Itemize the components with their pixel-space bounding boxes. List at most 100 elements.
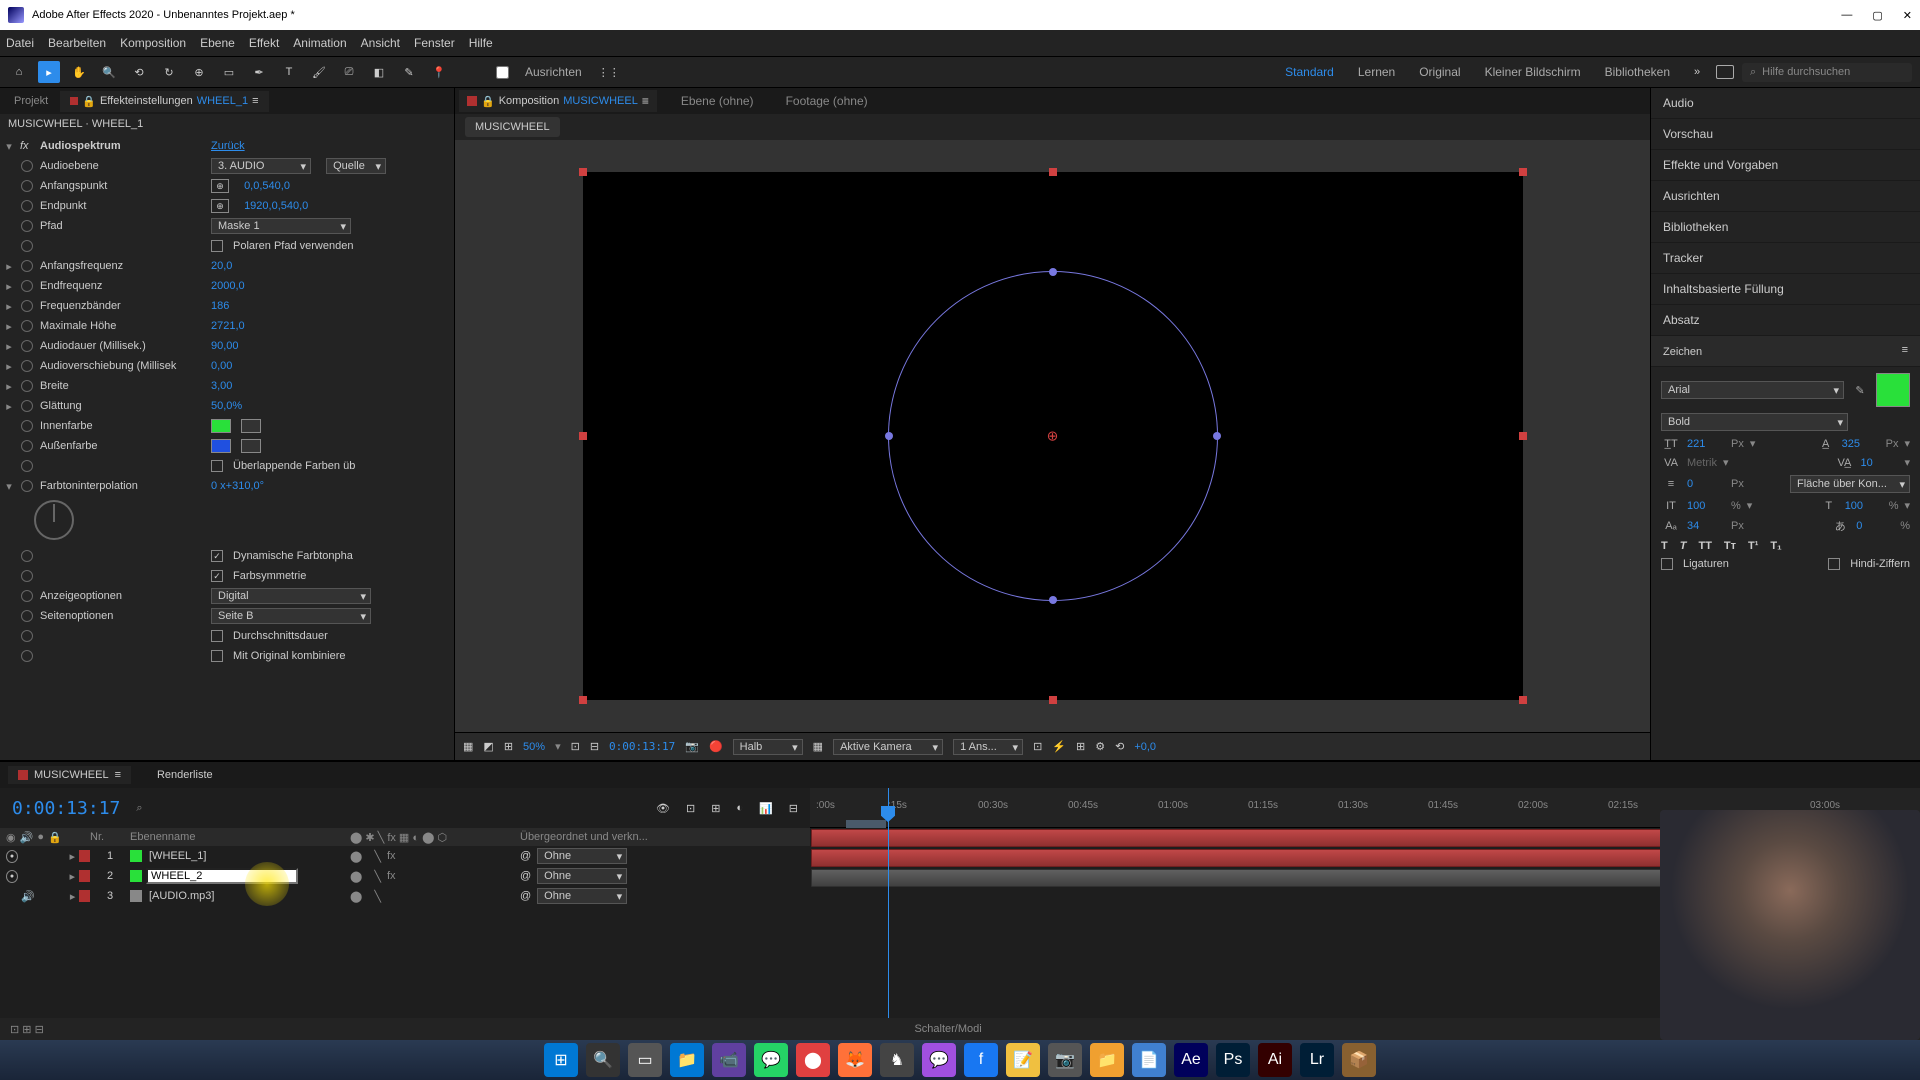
parent-pickwhip-icon[interactable]: @ (520, 890, 531, 902)
pixel-aspect-icon[interactable]: ⊡ (1033, 740, 1042, 753)
zoom-tool[interactable]: 🔍 (98, 61, 120, 83)
menu-ansicht[interactable]: Ansicht (361, 36, 400, 50)
twirl-icon[interactable]: ▾ (4, 140, 14, 153)
menu-bearbeiten[interactable]: Bearbeiten (48, 36, 106, 50)
parent-pickwhip-icon[interactable]: @ (520, 850, 531, 862)
layer-tab[interactable]: Ebene (ohne) (673, 90, 762, 112)
crosshair-icon[interactable]: ⊕ (211, 199, 229, 213)
thickness-value[interactable]: 3,00 (211, 380, 232, 392)
layer-row[interactable]: 🔊▸ 3 [AUDIO.mp3] ⬤╲ @Ohne (0, 886, 810, 906)
twirl-icon[interactable]: ▸ (70, 850, 76, 863)
label-color[interactable] (79, 850, 90, 862)
smallcaps-button[interactable]: Tᴛ (1724, 540, 1736, 552)
tracking-value[interactable]: 10 (1860, 457, 1898, 469)
taskbar-app-icon[interactable]: 📷 (1048, 1043, 1082, 1077)
start-freq-value[interactable]: 20,0 (211, 260, 232, 272)
menu-fenster[interactable]: Fenster (414, 36, 455, 50)
timeline-tab[interactable]: MUSICWHEEL ≡ (8, 766, 131, 784)
rotate-tool[interactable]: ↻ (158, 61, 180, 83)
taskbar-app-icon[interactable]: ▭ (628, 1043, 662, 1077)
fx-icon[interactable]: fx (20, 140, 34, 152)
toggle-guides-icon[interactable]: ⊞ (504, 740, 513, 753)
eyedropper-icon[interactable] (241, 419, 261, 433)
pen-tool[interactable]: ✒ (248, 61, 270, 83)
overlap-checkbox[interactable] (211, 460, 223, 472)
anchor-tool[interactable]: ⊕ (188, 61, 210, 83)
hindi-checkbox[interactable] (1828, 558, 1840, 570)
reset-exposure-icon[interactable]: ⟲ (1115, 740, 1124, 753)
label-color[interactable] (79, 870, 90, 882)
orbit-tool[interactable]: ⟲ (128, 61, 150, 83)
region-icon[interactable]: ⊟ (590, 740, 599, 753)
taskbar-app-icon[interactable]: Ai (1258, 1043, 1292, 1077)
selection-tool[interactable]: ▸ (38, 61, 60, 83)
ligatures-checkbox[interactable] (1661, 558, 1673, 570)
end-point-value[interactable]: 1920,0,540,0 (244, 200, 308, 212)
stamp-tool[interactable]: ⎚ (338, 61, 360, 83)
superscript-button[interactable]: T¹ (1748, 540, 1758, 552)
camera-dropdown[interactable]: Aktive Kamera (833, 739, 943, 755)
display-dropdown[interactable]: Digital (211, 588, 371, 604)
workspace-kleiner[interactable]: Kleiner Bildschirm (1477, 65, 1589, 79)
close-button[interactable]: ✕ (1903, 9, 1912, 22)
parent-dropdown[interactable]: Ohne (537, 848, 627, 864)
offset-value[interactable]: 0,00 (211, 360, 232, 372)
color-symmetry-checkbox[interactable] (211, 570, 223, 582)
panel-audio[interactable]: Audio (1651, 88, 1920, 119)
resolution-icon[interactable]: ⊡ (571, 740, 580, 753)
timeline-icon[interactable]: ⊞ (1076, 740, 1085, 753)
graph-icon[interactable]: 📊 (759, 802, 773, 815)
menu-komposition[interactable]: Komposition (120, 36, 186, 50)
switches-modes-label[interactable]: Schalter/Modi (914, 1023, 981, 1035)
taskbar-app-icon[interactable]: ⊞ (544, 1043, 578, 1077)
duration-value[interactable]: 90,00 (211, 340, 239, 352)
panel-absatz[interactable]: Absatz (1651, 305, 1920, 336)
puppet-tool[interactable]: 📍 (428, 61, 450, 83)
shape-tool[interactable]: ▭ (218, 61, 240, 83)
taskbar-app-icon[interactable]: 🔍 (586, 1043, 620, 1077)
workspace-original[interactable]: Original (1411, 65, 1468, 79)
tsume-value[interactable]: 0 (1856, 520, 1894, 532)
frameblend-icon[interactable]: ⊞ (711, 802, 720, 815)
footage-tab[interactable]: Footage (ohne) (778, 90, 876, 112)
side-dropdown[interactable]: Seite B (211, 608, 371, 624)
panel-zeichen-header[interactable]: Zeichen≡ (1651, 336, 1920, 367)
text-color-swatch[interactable] (1876, 373, 1910, 407)
kerning-value[interactable]: Metrik (1687, 457, 1717, 469)
parent-dropdown[interactable]: Ohne (537, 868, 627, 884)
menu-ebene[interactable]: Ebene (200, 36, 235, 50)
menu-animation[interactable]: Animation (293, 36, 346, 50)
taskbar-app-icon[interactable]: 📹 (712, 1043, 746, 1077)
toggle-alpha-icon[interactable]: ▦ (463, 740, 473, 753)
layer-name[interactable]: [AUDIO.mp3] (146, 889, 217, 903)
panel-toggle-icon[interactable] (1716, 65, 1734, 79)
leading-value[interactable]: 325 (1842, 438, 1880, 450)
end-freq-value[interactable]: 2000,0 (211, 280, 245, 292)
max-height-value[interactable]: 2721,0 (211, 320, 245, 332)
stopwatch-icon[interactable] (20, 179, 34, 193)
hand-tool[interactable]: ✋ (68, 61, 90, 83)
brush-tool[interactable]: 🖌 (308, 61, 330, 83)
shy-toggle-icon[interactable]: 👁 (656, 802, 670, 815)
source-dropdown[interactable]: Quelle (326, 158, 386, 174)
twirl-icon[interactable]: ▸ (70, 890, 76, 903)
flowchart-icon[interactable]: ⚙ (1095, 740, 1105, 753)
composite-checkbox[interactable] (211, 650, 223, 662)
snap-checkbox[interactable] (496, 66, 509, 79)
audio-toggle[interactable]: 🔊 (21, 890, 35, 903)
composition-viewport[interactable]: ⊕ (455, 140, 1650, 732)
allcaps-button[interactable]: TT (1698, 540, 1711, 552)
baseline-value[interactable]: 34 (1687, 520, 1725, 532)
panel-inhalt[interactable]: Inhaltsbasierte Füllung (1651, 274, 1920, 305)
eyedropper-icon[interactable] (241, 439, 261, 453)
parent-pickwhip-icon[interactable]: @ (520, 870, 531, 882)
channel-icon[interactable]: 🔴 (709, 740, 723, 753)
roto-tool[interactable]: ✎ (398, 61, 420, 83)
views-dropdown[interactable]: 1 Ans... (953, 739, 1023, 755)
workspace-lernen[interactable]: Lernen (1350, 65, 1403, 79)
taskbar-app-icon[interactable]: Ae (1174, 1043, 1208, 1077)
taskbar-app-icon[interactable]: 💬 (922, 1043, 956, 1077)
layer-row[interactable]: ●▸ 2 ⬤╲fx @Ohne (0, 866, 810, 886)
workspace-standard[interactable]: Standard (1277, 65, 1342, 79)
snapshot-icon[interactable]: 📷 (685, 740, 699, 753)
